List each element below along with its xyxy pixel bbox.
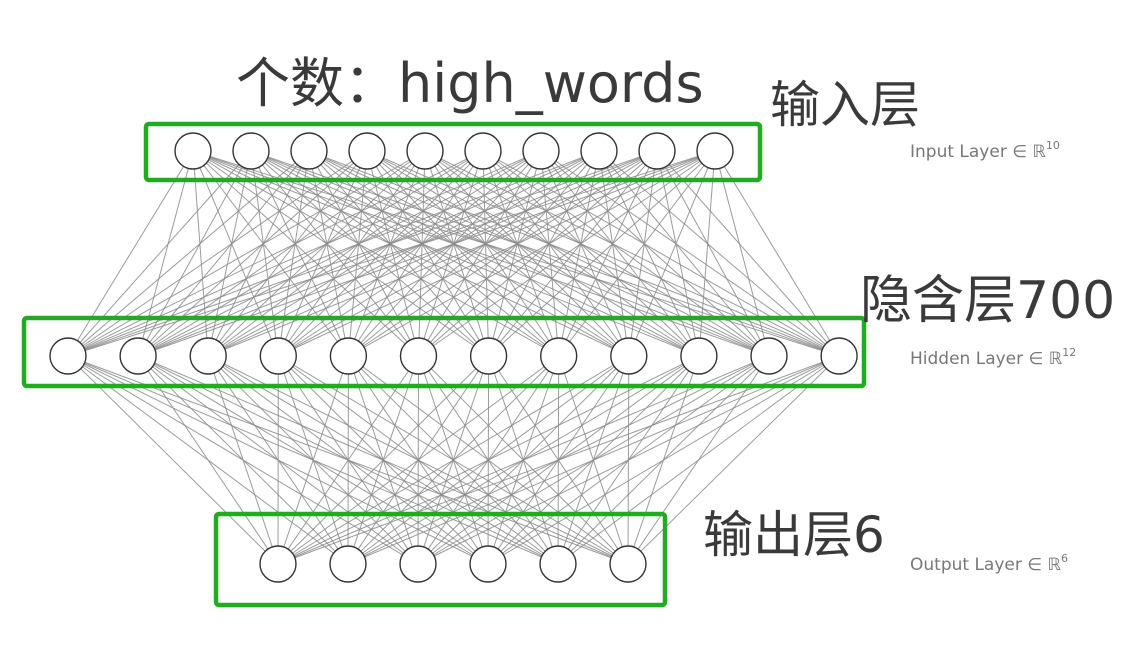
hidden-node-5 bbox=[399, 337, 438, 375]
output-node-2 bbox=[399, 545, 437, 583]
output-layer-label-prefix: Output Layer ∈ ℝ bbox=[910, 555, 1061, 575]
output-layer-label-exponent: 6 bbox=[1061, 552, 1068, 565]
input-layer-label-exponent: 10 bbox=[1046, 139, 1060, 152]
hidden-node-9 bbox=[680, 337, 718, 375]
neural-network-diagram: 个数：high_words 输入层 隐含层700 输出层6 Input Laye… bbox=[21, 52, 1115, 608]
count-label: 个数：high_words bbox=[236, 52, 704, 115]
input-node-0 bbox=[174, 132, 212, 170]
input-node-9 bbox=[696, 132, 734, 170]
hidden-layer-label-prefix: Hidden Layer ∈ ℝ bbox=[910, 349, 1063, 369]
hidden-node-11 bbox=[820, 337, 858, 375]
output-layer-label: Output Layer ∈ ℝ6 bbox=[910, 552, 1068, 575]
input-node-2 bbox=[290, 132, 328, 170]
hidden-node-0 bbox=[49, 337, 87, 375]
output-node-3 bbox=[469, 545, 507, 583]
input-layer-label-prefix: Input Layer ∈ ℝ bbox=[910, 142, 1046, 162]
connection-edges bbox=[67, 150, 840, 565]
output-layer-title: 输出层6 bbox=[703, 506, 885, 564]
input-node-3 bbox=[348, 132, 386, 170]
input-node-5 bbox=[464, 132, 502, 170]
hidden-node-1 bbox=[119, 337, 157, 375]
input-node-8 bbox=[638, 132, 676, 170]
input-node-4 bbox=[406, 132, 444, 170]
hidden-node-7 bbox=[540, 337, 578, 375]
hidden-layer-label: Hidden Layer ∈ ℝ12 bbox=[910, 346, 1076, 369]
input-node-6 bbox=[522, 132, 560, 170]
output-node-4 bbox=[539, 545, 577, 583]
output-node-0 bbox=[259, 545, 297, 583]
output-node-1 bbox=[329, 545, 367, 583]
input-layer-title: 输入层 bbox=[770, 76, 920, 134]
hidden-node-8 bbox=[610, 337, 648, 375]
hidden-node-10 bbox=[750, 337, 788, 375]
hidden-node-4 bbox=[329, 337, 368, 375]
input-node-1 bbox=[232, 132, 270, 170]
hidden-node-3 bbox=[259, 337, 297, 375]
output-node-5 bbox=[609, 545, 647, 583]
hidden-node-6 bbox=[469, 337, 508, 375]
hidden-layer-title: 隐含层700 bbox=[860, 271, 1115, 331]
hidden-node-2 bbox=[189, 337, 227, 375]
input-node-7 bbox=[580, 132, 618, 170]
input-layer-label: Input Layer ∈ ℝ10 bbox=[910, 139, 1060, 162]
hidden-layer-label-exponent: 12 bbox=[1062, 346, 1076, 359]
